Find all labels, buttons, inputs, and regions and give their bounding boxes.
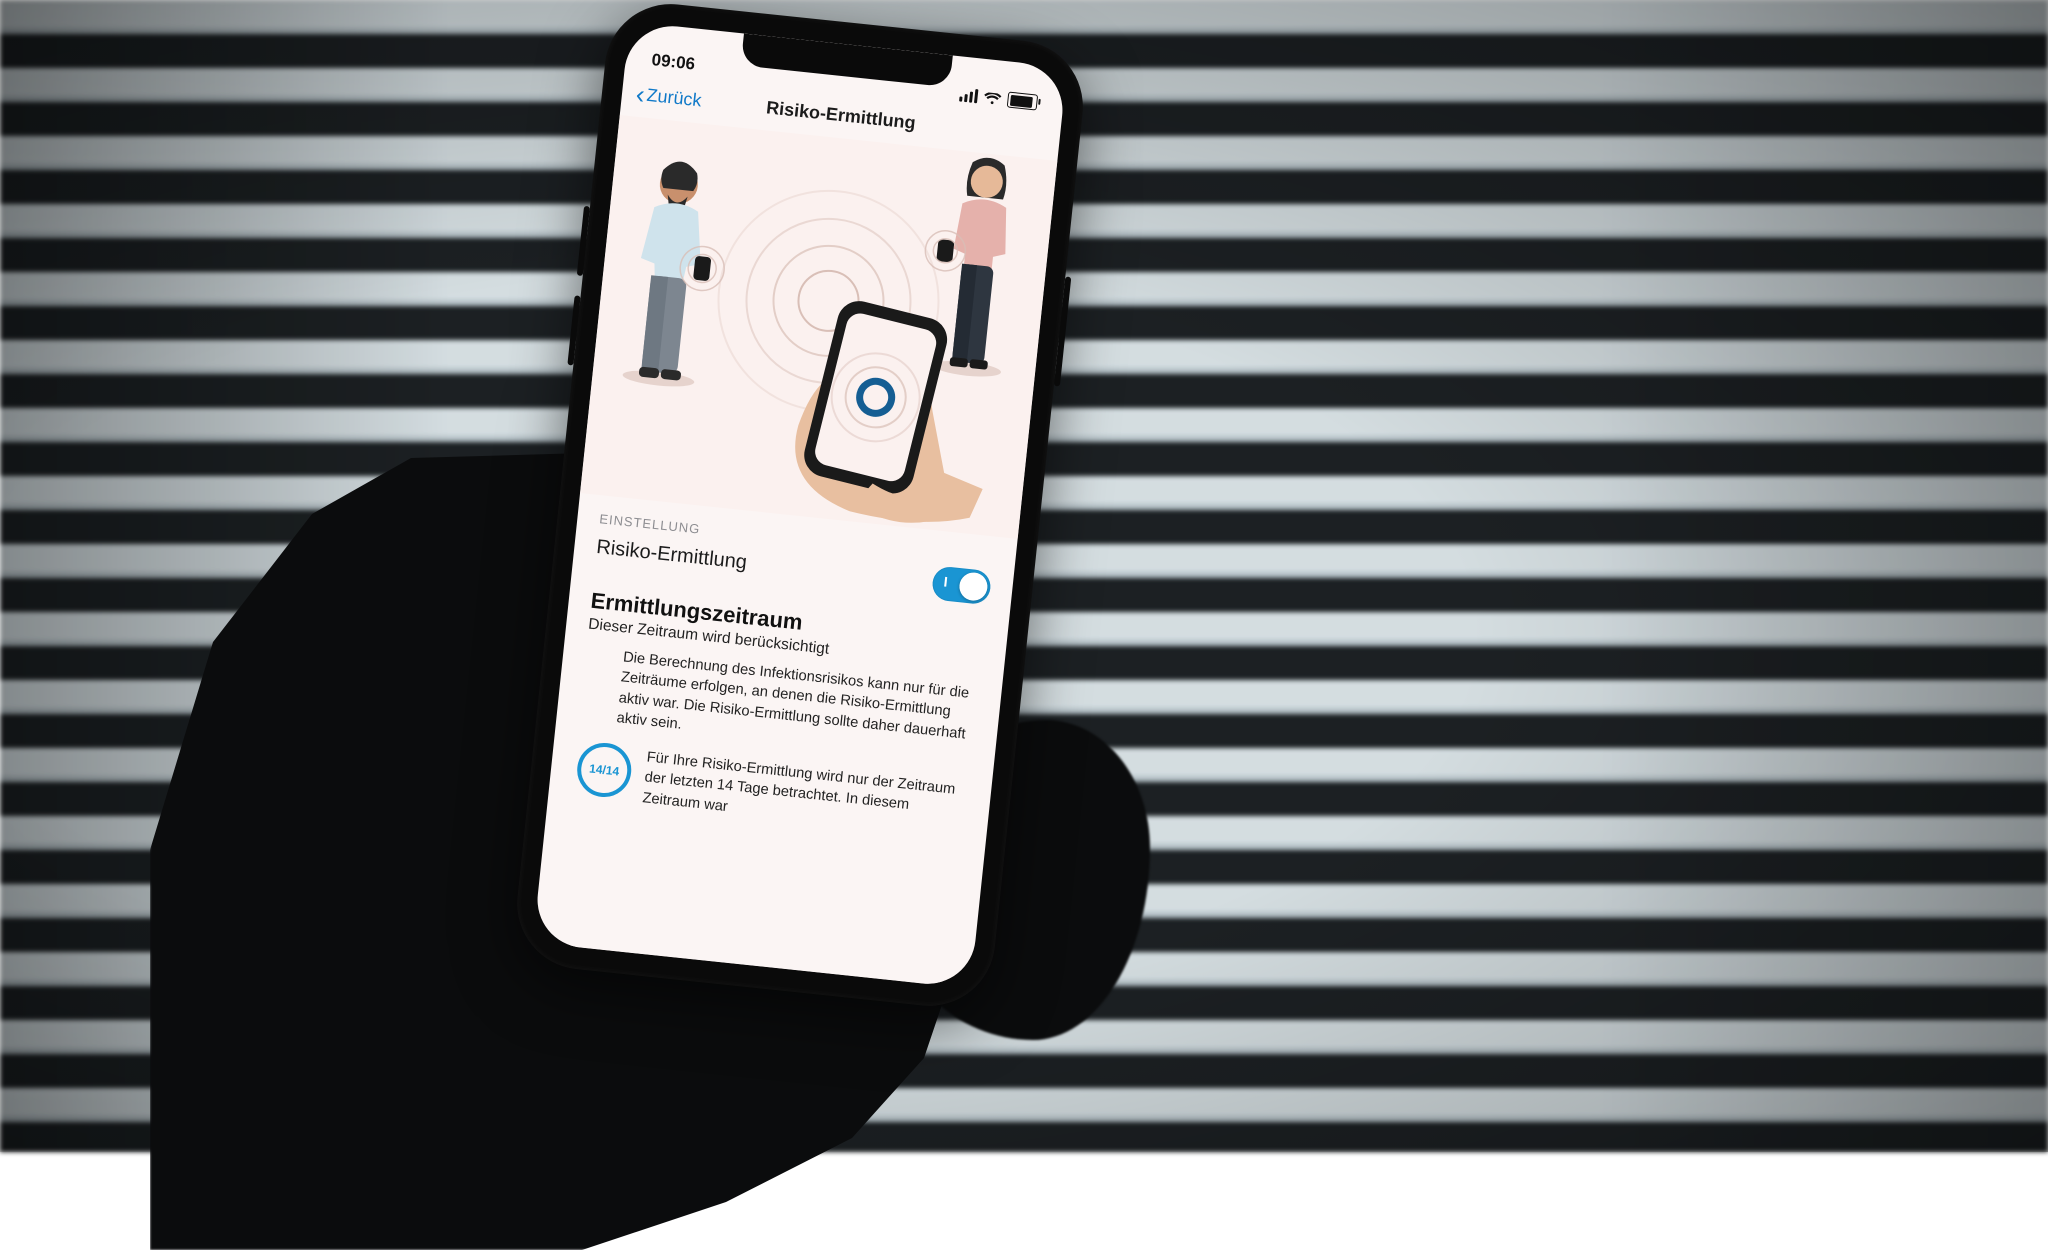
cellular-icon (959, 87, 978, 103)
period-badge: 14/14 (575, 740, 634, 799)
battery-icon (1007, 92, 1039, 111)
status-time: 09:06 (651, 50, 696, 74)
chevron-left-icon: ‹ (636, 94, 645, 95)
period-text: Für Ihre Risiko-Ermittlung wird nur der … (641, 748, 970, 842)
screen: 09:06 ‹ Zurück Risiko-Ermittlung (533, 22, 1067, 989)
hero-illustration (580, 115, 1057, 539)
back-button[interactable]: ‹ Zurück (635, 83, 703, 111)
detail-section: Ermittlungszeitraum Dieser Zeitraum wird… (548, 572, 1009, 845)
phone: 09:06 ‹ Zurück Risiko-Ermittlung (511, 0, 1090, 1012)
risk-detection-toggle[interactable] (931, 565, 992, 605)
back-label: Zurück (646, 84, 703, 111)
page-title: Risiko-Ermittlung (765, 97, 916, 134)
risk-detection-label: Risiko-Ermittlung (595, 536, 748, 575)
wifi-icon (983, 90, 1002, 106)
hand-phone-icon (718, 279, 1002, 545)
